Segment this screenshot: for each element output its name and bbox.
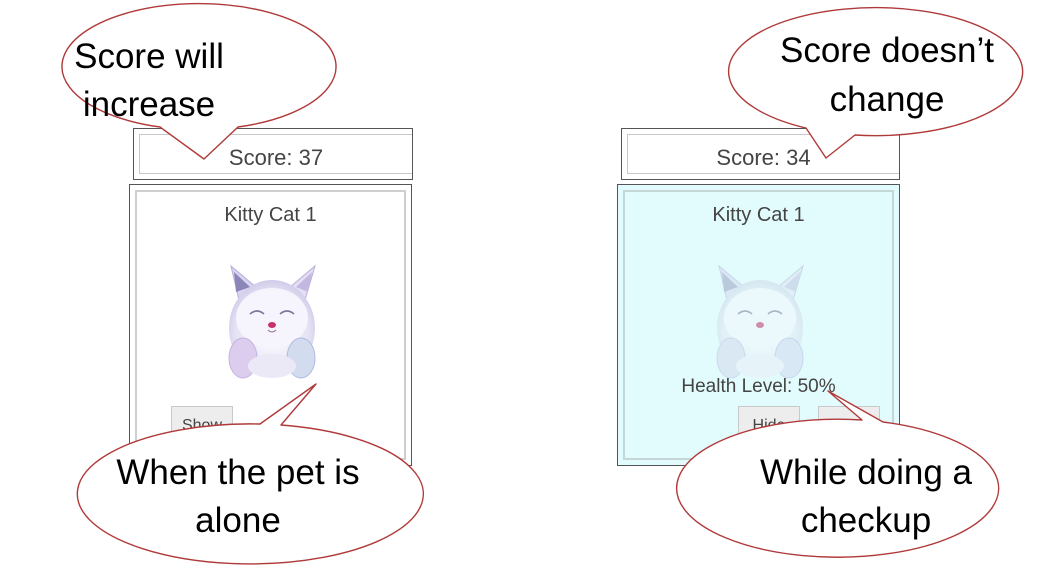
- callout-layer: Score will increase Score doesn’t change…: [61, 2, 1024, 565]
- callout-text-line1: Score will: [74, 37, 224, 76]
- callout-text-line1: Score doesn’t: [780, 31, 994, 70]
- callout-score-doesnt-change: Score doesn’t change: [727, 6, 1024, 159]
- callout-text-line2: checkup: [801, 501, 931, 540]
- callout-when-pet-alone: When the pet is alone: [76, 383, 425, 565]
- callout-text-line1: When the pet is: [116, 453, 359, 492]
- callout-text-line1: While doing a: [760, 453, 973, 492]
- callout-while-doing-checkup: While doing a checkup: [675, 390, 1000, 558]
- callout-text-line2: change: [830, 80, 945, 119]
- callout-text-line2: alone: [195, 501, 281, 540]
- callout-text-line2: increase: [83, 85, 215, 124]
- callout-score-will-increase: Score will increase: [61, 2, 337, 160]
